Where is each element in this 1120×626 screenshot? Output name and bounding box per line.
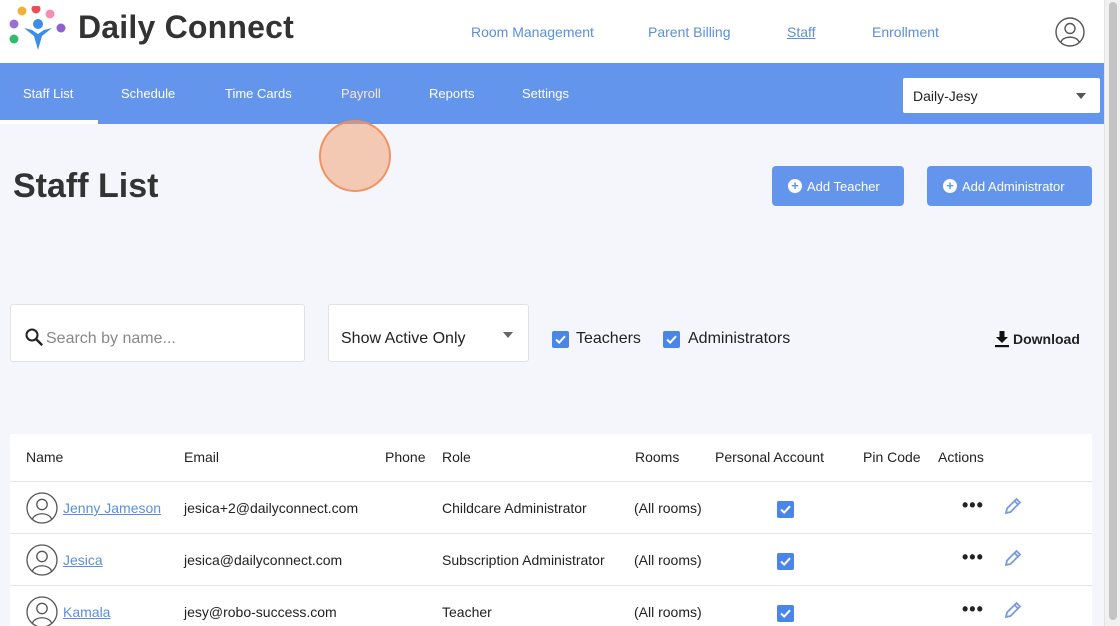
- avatar-icon: [26, 492, 58, 524]
- add-teacher-button[interactable]: + Add Teacher: [772, 166, 904, 206]
- staff-name-link[interactable]: Jesica: [63, 552, 103, 568]
- more-actions-icon[interactable]: •••: [962, 495, 984, 516]
- staff-role: Subscription Administrator: [442, 552, 605, 568]
- active-tab-indicator: [0, 120, 98, 124]
- column-header-phone[interactable]: Phone: [385, 449, 425, 465]
- personal-account-checkbox[interactable]: [777, 605, 794, 622]
- personal-account-checkbox[interactable]: [777, 553, 794, 570]
- staff-rooms: (All rooms): [634, 604, 702, 620]
- staff-rooms: (All rooms): [634, 500, 702, 516]
- site-select[interactable]: Daily-Jesy: [903, 78, 1100, 113]
- checkmark-icon: [666, 335, 677, 345]
- staff-role: Teacher: [442, 604, 492, 620]
- staff-table: Name Email Phone Role Rooms Personal Acc…: [10, 434, 1092, 626]
- checkmark-icon: [555, 335, 566, 345]
- table-row: Jesica jesica@dailyconnect.com Subscript…: [10, 533, 1092, 585]
- chevron-down-icon: [503, 332, 513, 338]
- staff-name-link[interactable]: Jenny Jameson: [63, 500, 161, 516]
- table-row: Jenny Jameson jesica+2@dailyconnect.com …: [10, 481, 1092, 533]
- search-input[interactable]: Search by name...: [10, 304, 305, 362]
- staff-name-link[interactable]: Kamala: [63, 604, 110, 620]
- chevron-down-icon: [1076, 93, 1086, 99]
- staff-email: jesica@dailyconnect.com: [184, 552, 343, 568]
- nav-enrollment[interactable]: Enrollment: [872, 24, 939, 40]
- checkmark-icon: [780, 609, 791, 619]
- nav-room-management[interactable]: Room Management: [471, 24, 594, 40]
- staff-email: jesica+2@dailyconnect.com: [184, 500, 359, 516]
- column-header-actions: Actions: [938, 449, 984, 465]
- more-actions-icon[interactable]: •••: [962, 599, 984, 620]
- column-header-role[interactable]: Role: [442, 449, 471, 465]
- checkmark-icon: [780, 505, 791, 515]
- staff-role: Childcare Administrator: [442, 500, 587, 516]
- administrators-label[interactable]: Administrators: [688, 330, 790, 348]
- tab-time-cards[interactable]: Time Cards: [225, 86, 292, 101]
- plus-circle-icon: +: [788, 179, 802, 193]
- page-title: Staff List: [13, 167, 159, 205]
- search-icon: [25, 328, 43, 346]
- column-header-email[interactable]: Email: [184, 449, 219, 465]
- nav-staff[interactable]: Staff: [787, 24, 816, 40]
- avatar-icon: [26, 596, 58, 626]
- personal-account-checkbox[interactable]: [777, 501, 794, 518]
- add-administrator-button[interactable]: + Add Administrator: [927, 166, 1092, 206]
- table-row: Kamala jesy@robo-success.com Teacher (Al…: [10, 585, 1092, 626]
- more-actions-icon[interactable]: •••: [962, 547, 984, 568]
- tab-schedule[interactable]: Schedule: [121, 86, 175, 101]
- brand-name[interactable]: Daily Connect: [78, 9, 294, 46]
- tab-settings[interactable]: Settings: [522, 86, 569, 101]
- tab-staff-list[interactable]: Staff List: [23, 86, 73, 101]
- staff-email: jesy@robo-success.com: [184, 604, 337, 620]
- administrators-checkbox[interactable]: [663, 331, 680, 348]
- avatar-icon: [26, 544, 58, 576]
- edit-pencil-icon[interactable]: [1003, 496, 1023, 516]
- top-header: Daily Connect Room Management Parent Bil…: [0, 0, 1104, 63]
- site-select-value: Daily-Jesy: [913, 88, 978, 104]
- daily-connect-logo-icon[interactable]: [8, 6, 68, 54]
- column-header-personal-account[interactable]: Personal Account: [715, 449, 824, 465]
- tab-payroll[interactable]: Payroll: [341, 86, 381, 101]
- plus-circle-icon: +: [943, 179, 957, 193]
- tab-reports[interactable]: Reports: [429, 86, 475, 101]
- add-teacher-label: Add Teacher: [807, 178, 880, 194]
- nav-parent-billing[interactable]: Parent Billing: [648, 24, 731, 40]
- status-filter-select[interactable]: Show Active Only: [328, 304, 529, 362]
- column-header-rooms[interactable]: Rooms: [635, 449, 679, 465]
- download-label: Download: [1013, 331, 1080, 347]
- page-scrollbar[interactable]: [1104, 0, 1120, 626]
- scrollbar-thumb[interactable]: [1109, 2, 1117, 620]
- teachers-label[interactable]: Teachers: [576, 330, 641, 348]
- teachers-checkbox[interactable]: [552, 331, 569, 348]
- user-avatar-icon[interactable]: [1055, 17, 1085, 47]
- edit-pencil-icon[interactable]: [1003, 600, 1023, 620]
- column-header-pin-code[interactable]: Pin Code: [863, 449, 921, 465]
- status-filter-value: Show Active Only: [341, 330, 466, 347]
- edit-pencil-icon[interactable]: [1003, 548, 1023, 568]
- column-header-name[interactable]: Name: [26, 449, 63, 465]
- click-highlight: [319, 120, 391, 192]
- search-placeholder: Search by name...: [46, 330, 176, 347]
- staff-rooms: (All rooms): [634, 552, 702, 568]
- checkmark-icon: [780, 557, 791, 567]
- add-administrator-label: Add Administrator: [962, 178, 1065, 194]
- download-icon: [995, 331, 1009, 348]
- download-button[interactable]: Download: [994, 330, 1080, 348]
